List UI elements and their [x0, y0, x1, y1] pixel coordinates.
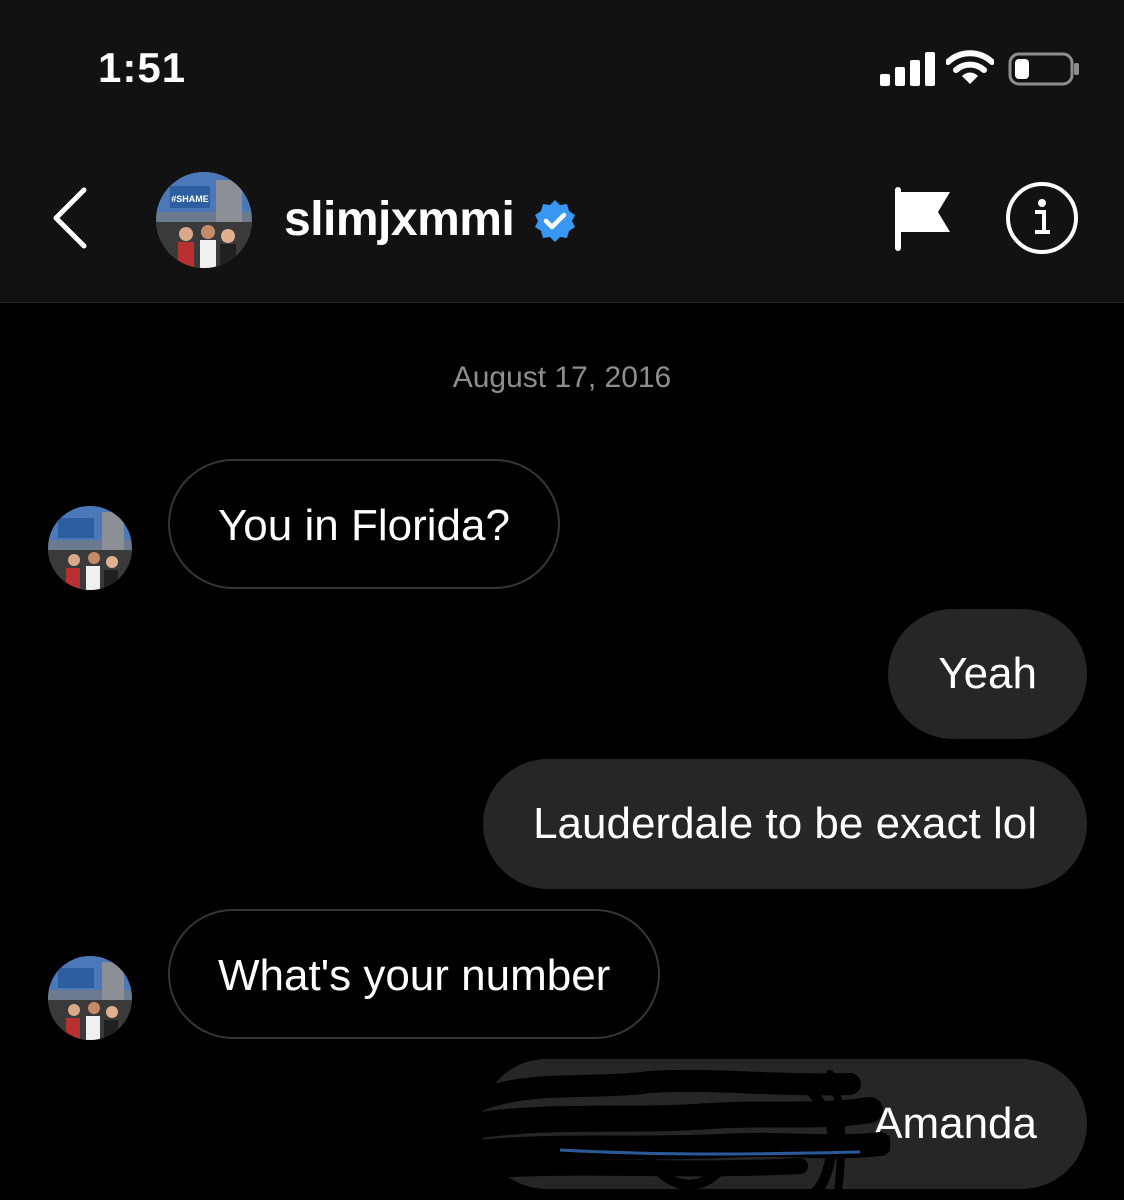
avatar-sign-text: #SHAME — [171, 194, 209, 204]
sender-avatar[interactable] — [48, 956, 132, 1040]
status-bar: 1:51 — [0, 0, 1124, 140]
message-bubble-incoming[interactable]: What's your number — [168, 909, 661, 1039]
back-chevron-icon[interactable] — [46, 186, 96, 250]
sender-avatar[interactable] — [48, 506, 132, 590]
date-separator: August 17, 2016 — [452, 361, 672, 394]
conversation-username[interactable]: slimjxmmi — [284, 192, 515, 247]
status-time: 1:51 — [98, 44, 187, 91]
avatar[interactable]: #SHAME — [156, 172, 252, 268]
redaction-scribble — [470, 1069, 890, 1200]
message-bubble-outgoing[interactable]: Yeah — [888, 609, 1087, 739]
verified-badge-icon — [535, 200, 575, 242]
report-flag-icon[interactable] — [892, 186, 954, 252]
message-bubble-outgoing[interactable]: Lauderdale to be exact lol — [483, 759, 1087, 889]
message-bubble-incoming[interactable]: You in Florida? — [168, 459, 560, 589]
cellular-signal-icon — [880, 52, 935, 86]
conversation-header: #SHAME slimjxmmi — [0, 140, 1124, 303]
wifi-icon — [946, 50, 994, 84]
info-icon[interactable] — [1004, 180, 1080, 256]
battery-low-icon — [1008, 52, 1079, 86]
